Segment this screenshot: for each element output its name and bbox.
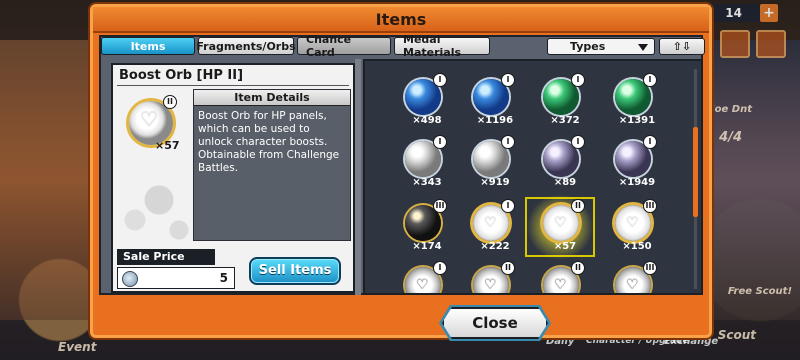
sort-type-value: Types (570, 40, 606, 53)
tier-badge: II (163, 95, 177, 109)
alert-icon[interactable] (756, 30, 786, 58)
panel-separator (355, 59, 361, 295)
sale-price-box: 5 (117, 267, 235, 289)
menu-icon[interactable] (720, 30, 750, 58)
dialog-title: Items (375, 10, 427, 29)
item-grid: I ×498 I ×1196 I ×372 I ×1391 I ×343 I ×919 I ×89 I ×19… (363, 59, 703, 295)
item-slot[interactable]: ♡ II (455, 259, 525, 293)
item-quantity: ×1949 (618, 177, 656, 188)
tab-chance-card[interactable]: Chance Card (297, 33, 391, 59)
item-slot[interactable]: I ×498 (387, 71, 457, 131)
item-slot[interactable]: ♡ II ×57 (519, 191, 601, 263)
tier-badge: I (643, 135, 657, 149)
event-button[interactable]: Event (58, 340, 96, 354)
heart-icon: ♡ (626, 215, 639, 231)
item-quantity: ×89 (553, 177, 577, 188)
item-details-heading: Item Details (194, 90, 350, 106)
chevron-down-icon (638, 44, 648, 51)
heart-icon: ♡ (554, 215, 567, 231)
tab-medal-materials[interactable]: Medal Materials (394, 33, 490, 59)
tier-badge: I (501, 73, 515, 87)
item-quantity: ×174 (412, 241, 442, 252)
tier-badge: II (501, 261, 515, 275)
tier-badge: I (501, 199, 515, 213)
tier-badge: I (571, 135, 585, 149)
tier-badge: I (433, 261, 447, 275)
tab-items[interactable]: Items (101, 37, 195, 55)
item-quantity: ×1196 (476, 115, 514, 126)
scrollbar-thumb[interactable] (693, 127, 698, 217)
sell-items-button[interactable]: Sell Items (249, 257, 341, 285)
tier-badge: II (571, 199, 585, 213)
side-label-notice: Noe Dnt (706, 104, 752, 115)
tier-badge: III (643, 261, 657, 275)
item-quantity: ×498 (412, 115, 442, 126)
item-slot[interactable]: ♡ I ×222 (455, 197, 525, 257)
divider (117, 85, 349, 86)
heart-icon: ♡ (416, 277, 429, 293)
item-name: Boost Orb [HP II] (119, 68, 244, 83)
item-slot[interactable]: I ×1391 (597, 71, 667, 131)
sort-type-select[interactable]: Types (547, 38, 655, 55)
items-dialog: Items Items Fragments/Orbs Chance Card M… (90, 4, 712, 338)
tier-badge: III (643, 199, 657, 213)
add-gems-button[interactable]: + (760, 4, 778, 22)
item-quantity: ×372 (550, 115, 580, 126)
tier-badge: I (433, 135, 447, 149)
category-tabs: Items Fragments/Orbs Chance Card Medal M… (101, 33, 490, 59)
tier-badge: I (643, 73, 657, 87)
heart-icon: ♡ (140, 107, 158, 131)
item-slot[interactable]: ♡ III (597, 259, 667, 293)
sale-price-label: Sale Price (117, 249, 215, 265)
item-quantity: ×1391 (618, 115, 656, 126)
sort-direction-button[interactable]: ⇧⇩ (659, 38, 705, 55)
item-slot[interactable]: I ×919 (455, 133, 525, 193)
heart-icon: ♡ (554, 277, 567, 293)
item-quantity: ×343 (412, 177, 442, 188)
item-slot[interactable]: ♡ II (525, 259, 595, 293)
item-slot[interactable]: I ×1949 (597, 133, 667, 193)
item-slot[interactable]: ♡ I (387, 259, 457, 293)
item-quantity: ×150 (622, 241, 652, 252)
heart-icon: ♡ (626, 277, 639, 293)
left-background-art (0, 40, 90, 320)
side-label-progress: 4/4 (719, 130, 742, 145)
tier-badge: II (571, 261, 585, 275)
item-slot[interactable]: I ×343 (387, 133, 457, 193)
item-slot[interactable]: I ×372 (525, 71, 595, 131)
decorative-orbs-image (119, 160, 191, 240)
item-slot[interactable]: I ×1196 (455, 71, 525, 131)
close-button[interactable]: Close (442, 307, 548, 339)
item-slot[interactable]: ♡ III ×150 (597, 197, 667, 257)
heart-icon: ♡ (484, 277, 497, 293)
tier-badge: I (571, 73, 585, 87)
scout-button[interactable]: Scout (718, 328, 756, 342)
item-slot[interactable]: III ×174 (387, 197, 457, 257)
item-description: Boost Orb for HP panels, which can be us… (198, 110, 340, 174)
item-slot[interactable]: I ×89 (525, 133, 595, 193)
heart-icon: ♡ (484, 215, 497, 231)
owned-count: ×57 (155, 139, 180, 152)
right-background-art (705, 40, 800, 320)
tier-badge: III (433, 199, 447, 213)
tab-fragments-orbs[interactable]: Fragments/Orbs (196, 37, 296, 55)
dialog-title-bar: Items (93, 7, 709, 33)
gem-counter: 14 (710, 4, 764, 22)
item-quantity: ×57 (553, 241, 577, 252)
free-scout-label[interactable]: Free Scout! (728, 286, 792, 297)
tier-badge: I (433, 73, 447, 87)
tier-badge: I (501, 135, 515, 149)
coin-icon (122, 271, 138, 287)
item-detail-panel: Boost Orb [HP II] ♡ II ×57 Item Details … (111, 63, 355, 293)
item-quantity: ×222 (480, 241, 510, 252)
item-quantity: ×919 (480, 177, 510, 188)
sale-price-value: 5 (219, 271, 228, 285)
item-details-box: Item Details Boost Orb for HP panels, wh… (193, 89, 351, 241)
